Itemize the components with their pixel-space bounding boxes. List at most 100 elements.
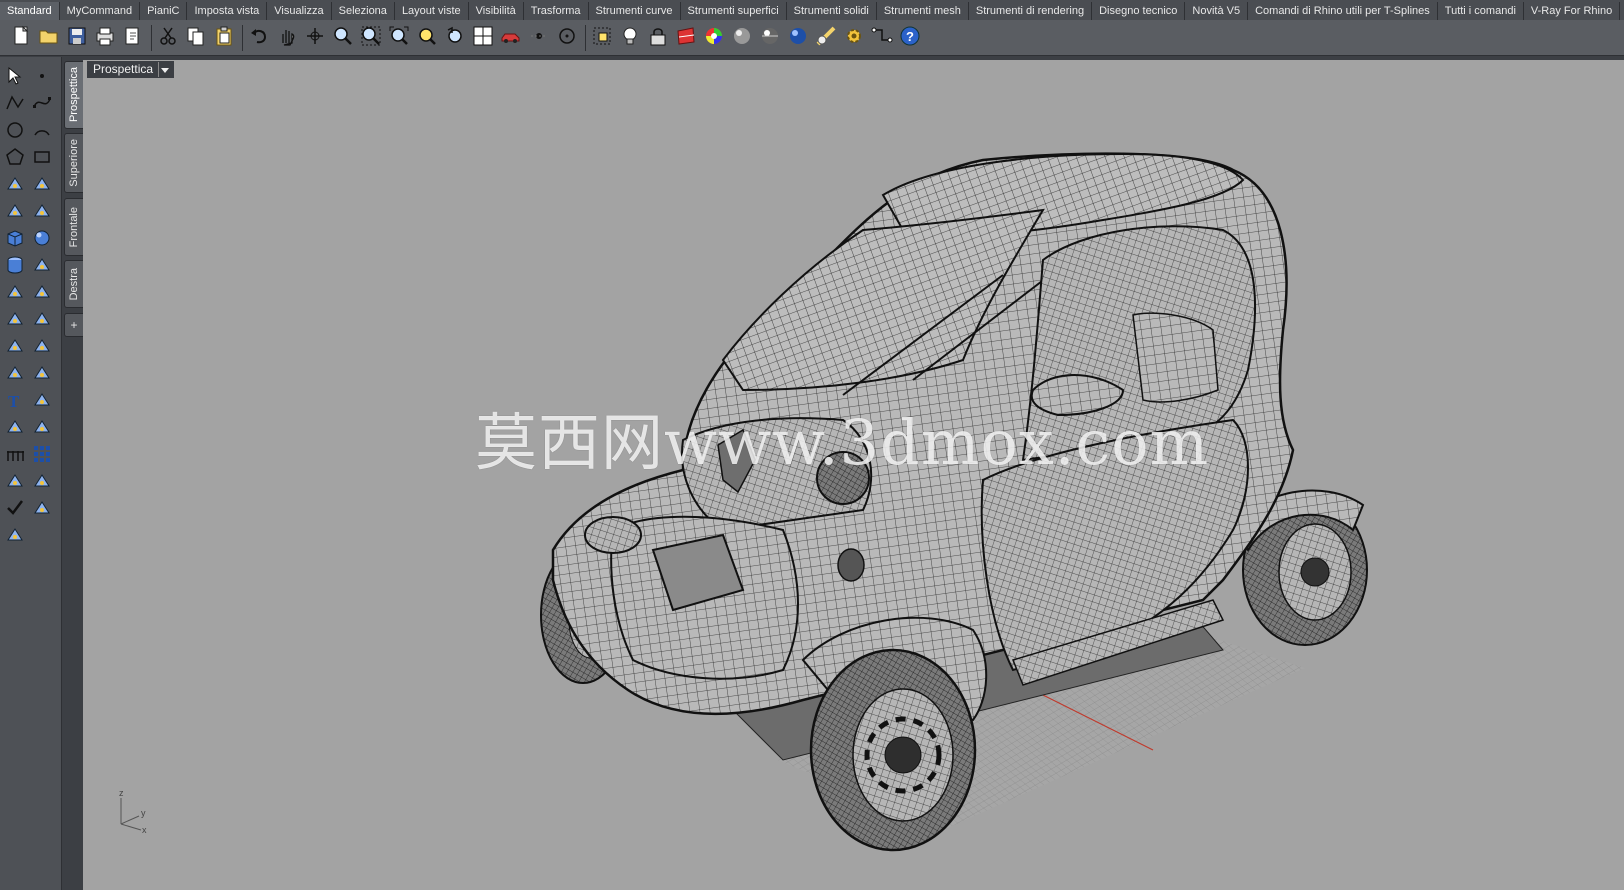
curve-blend-tool-button[interactable]: [30, 173, 54, 197]
viewport-title-menu[interactable]: Prospettica: [87, 61, 175, 78]
surface-tool-button[interactable]: [3, 200, 27, 224]
scale-tool-button[interactable]: [30, 389, 54, 413]
toolbar-tab-strumenti-solidi[interactable]: Strumenti solidi: [787, 2, 877, 20]
toolbar-tab-visualizza[interactable]: Visualizza: [267, 2, 332, 20]
polyline-tool-button[interactable]: [3, 92, 27, 116]
layer-tool-button[interactable]: [3, 470, 27, 494]
pan-button[interactable]: [274, 25, 299, 50]
toolbar-tab-novit-v5[interactable]: Novità V5: [1185, 2, 1249, 20]
split-tool-button[interactable]: [3, 308, 27, 332]
new-button[interactable]: [8, 25, 33, 50]
properties-tool-button[interactable]: [30, 470, 54, 494]
light-button[interactable]: [617, 25, 642, 50]
toolbar-tab-disegno-tecnico[interactable]: Disegno tecnico: [1092, 2, 1186, 20]
zoom-window-button[interactable]: [358, 25, 383, 50]
copy-button[interactable]: [183, 25, 208, 50]
explode-tool-button[interactable]: [3, 281, 27, 305]
material-button[interactable]: [673, 25, 698, 50]
shaded-sphere-button[interactable]: [729, 25, 754, 50]
tab-superiore[interactable]: Superiore: [64, 133, 84, 193]
cut-button[interactable]: [155, 25, 180, 50]
tab-destra[interactable]: Destra: [64, 260, 84, 308]
check-tool-button[interactable]: [3, 497, 27, 521]
settings-gear-button[interactable]: [841, 25, 866, 50]
help-button[interactable]: ?: [897, 25, 922, 50]
toolbar-tab-layout-viste[interactable]: Layout viste: [395, 2, 469, 20]
analyze-tool-button[interactable]: [30, 497, 54, 521]
toolbar-separator: [242, 24, 243, 51]
polygon-tool-button[interactable]: [3, 146, 27, 170]
tab-prospettica[interactable]: Prospettica: [64, 61, 84, 129]
polygon-icon: [4, 146, 26, 171]
fillet-tool-button[interactable]: [3, 362, 27, 386]
boolean-tool-button[interactable]: [3, 335, 27, 359]
box-solid-tool-button[interactable]: [3, 227, 27, 251]
print-button[interactable]: [92, 25, 117, 50]
lock-button[interactable]: [645, 25, 670, 50]
toolbar-tab-comandi-di-rhino-utili-per-t-splines[interactable]: Comandi di Rhino utili per T-Splines: [1248, 2, 1438, 20]
ellipse-tool-button[interactable]: [3, 173, 27, 197]
point-tool-button[interactable]: [30, 65, 54, 89]
cylinder-tool-button[interactable]: [3, 254, 27, 278]
block-tool-button[interactable]: [30, 416, 54, 440]
offset-tool-button[interactable]: [30, 362, 54, 386]
toolbar-tab-seleziona[interactable]: Seleziona: [332, 2, 395, 20]
undo-button[interactable]: [246, 25, 271, 50]
toolbar-tab-standard[interactable]: Standard: [0, 2, 60, 20]
group-tool-button[interactable]: [30, 335, 54, 359]
lock-icon: [647, 25, 669, 50]
toolbar-tab-trasforma[interactable]: Trasforma: [524, 2, 589, 20]
array-tool-button[interactable]: [3, 443, 27, 467]
zoom-selected-button[interactable]: [414, 25, 439, 50]
toolbar-tab-imposta-vista[interactable]: Imposta vista: [187, 2, 268, 20]
import-button[interactable]: [120, 25, 145, 50]
box-solid-icon: [4, 227, 26, 252]
rotate-view-button[interactable]: [302, 25, 327, 50]
mesh-plane-tool-button[interactable]: [30, 254, 54, 278]
toolbar-tab-tutti-i-comandi[interactable]: Tutti i comandi: [1438, 2, 1524, 20]
four-viewports-button[interactable]: [470, 25, 495, 50]
toolbar-tab-strumenti-superfici[interactable]: Strumenti superfici: [681, 2, 787, 20]
dimension-tool-button[interactable]: [3, 416, 27, 440]
render-icon: [815, 25, 837, 50]
point-button[interactable]: [526, 25, 551, 50]
toolbar-tab-pianic[interactable]: PianiC: [140, 2, 188, 20]
trim-tool-button[interactable]: [30, 308, 54, 332]
toolbar-tab-strumenti-curve[interactable]: Strumenti curve: [589, 2, 681, 20]
perspective-viewport[interactable]: 莫西网www.3dmox.com Prospettica z y x: [83, 60, 1624, 890]
add-viewport-tab-button[interactable]: +: [64, 313, 84, 337]
sphere-solid-tool-button[interactable]: [30, 227, 54, 251]
save-button[interactable]: [64, 25, 89, 50]
render-button[interactable]: [813, 25, 838, 50]
car-button[interactable]: [498, 25, 523, 50]
undo-view-button[interactable]: [442, 25, 467, 50]
toolbar-tab-strumenti-mesh[interactable]: Strumenti mesh: [877, 2, 969, 20]
open-button[interactable]: [36, 25, 61, 50]
control-point-curve-tool-button[interactable]: [30, 92, 54, 116]
color-wheel-button[interactable]: [701, 25, 726, 50]
render-material-tool-button[interactable]: [3, 524, 27, 548]
circle-button[interactable]: [554, 25, 579, 50]
grid-array-tool-button[interactable]: [30, 443, 54, 467]
circle-tool-button[interactable]: [3, 119, 27, 143]
tab-frontale[interactable]: Frontale: [64, 198, 84, 256]
text-tool-button[interactable]: T: [3, 389, 27, 413]
toolbar-tab-mycommand[interactable]: MyCommand: [60, 2, 141, 20]
select-arrow-tool-button[interactable]: [3, 65, 27, 89]
rectangle-tool-button[interactable]: [30, 146, 54, 170]
extend-tool-button[interactable]: [30, 281, 54, 305]
rendered-sphere-button[interactable]: [757, 25, 782, 50]
paste-button[interactable]: [211, 25, 236, 50]
zoom-button[interactable]: [330, 25, 355, 50]
revolve-tool-button[interactable]: [30, 200, 54, 224]
split-icon: [4, 308, 26, 333]
toolbar-tab-strumenti-di-rendering[interactable]: Strumenti di rendering: [969, 2, 1093, 20]
toolbar-tab-visibilit-[interactable]: Visibilità: [469, 2, 524, 20]
select-button[interactable]: [589, 25, 614, 50]
blue-sphere-button[interactable]: [785, 25, 810, 50]
arc-tool-button[interactable]: [30, 119, 54, 143]
zoom-extents-button[interactable]: [386, 25, 411, 50]
chevron-down-icon[interactable]: [158, 62, 170, 77]
snap-button[interactable]: [869, 25, 894, 50]
toolbar-tab-v-ray-for-rhino[interactable]: V-Ray For Rhino: [1524, 2, 1621, 20]
